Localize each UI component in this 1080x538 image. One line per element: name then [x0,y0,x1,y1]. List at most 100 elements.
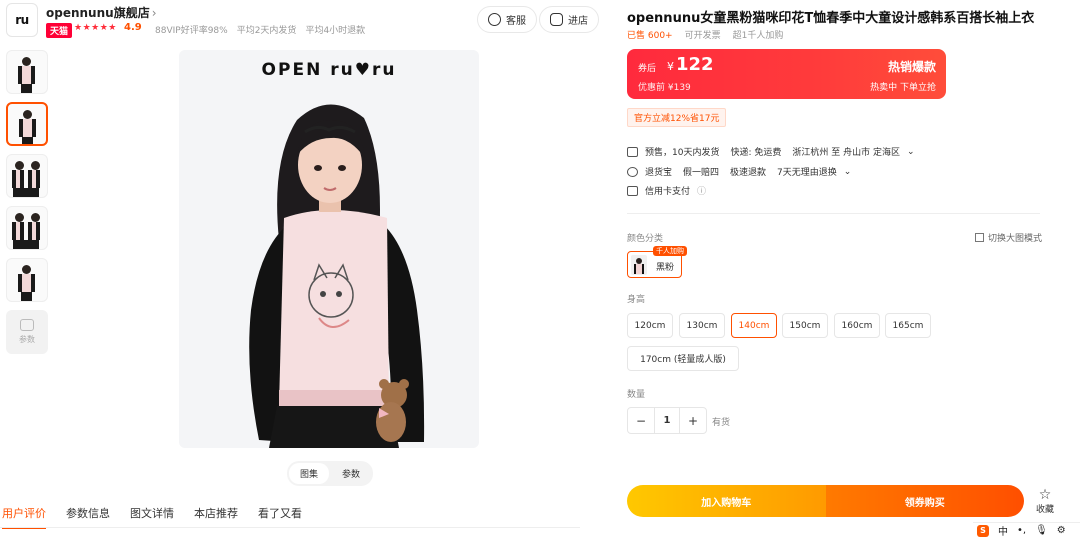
credit-card-icon [627,185,638,196]
switch-mode-label: 切换大图模式 [988,234,1043,244]
size-option-150[interactable]: 150cm [782,313,828,338]
height-label: 身高 [627,295,646,305]
decrease-button[interactable]: − [628,408,654,433]
star-rating-icon: ★★★★★ [74,23,117,33]
thumbnail-4[interactable] [6,206,48,250]
thumbnail-figure [15,213,24,222]
color-option-name: 黑粉 [656,263,675,273]
store-logo[interactable]: ru [6,3,38,37]
price-value: ¥122 [667,54,714,75]
return-insurance: 退货宝 [645,168,673,178]
add-to-cart-button[interactable]: 加入购物车 [627,485,826,517]
quantity-label: 数量 [627,390,646,400]
color-option-black-pink[interactable]: 千人加购 黑粉 [627,246,687,278]
store-name[interactable]: opennunu旗舰店 › [46,4,157,21]
thumbnail-5[interactable] [6,258,48,302]
quantity-input[interactable]: 1 [654,408,680,433]
tab-store-recommend[interactable]: 本店推荐 [194,505,238,529]
size-option-130[interactable]: 130cm [679,313,725,338]
size-option-165[interactable]: 165cm [885,313,931,338]
params-icon [20,319,34,331]
size-option-170[interactable]: 170cm (轻量成人版) [627,346,739,371]
star-icon: ☆ [1038,487,1052,503]
store-stat-refund-time: 平均4小时退款 [305,26,366,36]
store-icon [550,13,563,26]
store-stat-ship-time: 平均2天内发货 [236,26,297,36]
stock-status: 有货 [712,418,731,428]
tab-image-details[interactable]: 图文详情 [130,505,174,529]
thumbnail-params[interactable]: 参数 [6,310,48,354]
microphone-icon[interactable]: 🎙 [1035,525,1048,536]
product-title: opennunu女童黑粉猫咪印花T恤春季中大童设计感韩系百搭长袖上衣 [627,11,1035,26]
delivery-fee: 快递: 免运费 [730,148,782,158]
thumbnail-3[interactable] [6,154,48,198]
no-reason-return: 7天无理由退换 [777,168,837,178]
fake-compensate: 假一赔四 [683,168,720,178]
size-option-140-selected[interactable]: 140cm [731,313,777,338]
thumbnail-figure [15,161,24,170]
invoice-info: 可开发票 [684,31,721,41]
payment-row: 信用卡支付 ⓘ [627,184,706,197]
hot-sale-label: 热销爆款 [887,60,936,74]
shipping-row[interactable]: 预售，10天内发货 快递: 免运费 浙江杭州 至 舟山市 定海区 ⌄ [627,145,915,158]
chevron-down-icon: ⌄ [843,166,852,177]
color-label: 颜色分类 [627,234,664,244]
tab-viewed-also[interactable]: 看了又看 [258,505,302,529]
service-row[interactable]: 退货宝 假一赔四 极速退款 7天无理由退换 ⌄ [627,165,851,178]
truck-icon [627,146,638,157]
color-swatch [631,255,647,275]
currency-symbol: ¥ [667,60,674,73]
store-name-text[interactable]: opennunu旗舰店 [46,6,150,20]
customer-service-label: 客服 [506,16,526,27]
ime-logo-icon[interactable]: S [977,524,989,537]
increase-button[interactable]: + [680,408,706,433]
sold-count: 已售 600+ [627,31,673,41]
enter-store-button[interactable]: 进店 [539,6,599,33]
system-tray: S 中 •, 🎙 ⚙ [973,522,1080,538]
store-stat-good-rate: 88VIP好评率98% [155,26,228,36]
thumbnail-2-selected[interactable] [6,102,48,146]
chevron-right-icon: › [151,6,157,20]
product-model-photo [249,104,425,448]
favorite-button[interactable]: ☆ 收藏 [1034,488,1056,515]
quantity-stepper: − 1 + [627,407,707,434]
fast-refund: 极速退款 [730,168,767,178]
customer-service-button[interactable]: 客服 [477,6,537,33]
chat-icon [488,13,501,26]
thumbnail-figure [23,110,32,119]
gear-icon[interactable]: ⚙ [1057,525,1066,536]
coupon-badge[interactable]: 官方立减12%省17元 [627,108,727,127]
store-rating: 4.9 [124,22,142,33]
detail-tabs: 用户评价 参数信息 图文详情 本店推荐 看了又看 [2,505,302,529]
chevron-down-icon: ⌄ [906,146,915,157]
gallery-view-tabs: 图集 参数 [287,461,374,486]
main-product-image[interactable]: OPEN ru♥ru [179,50,479,448]
switch-large-image-mode[interactable]: 切换大图模式 [975,231,1042,244]
product-meta: 已售 600+ 可开发票 超1千人加购 [627,28,783,41]
enter-store-label: 进店 [568,16,588,27]
tab-params[interactable]: 参数 [331,463,371,484]
shipping-route: 浙江杭州 至 舟山市 定海区 [792,148,900,158]
price-banner: 券后 ¥122 优惠前 ¥139 热销爆款 热卖中 下单立抢 [627,49,946,99]
cart-count-info: 超1千人加购 [732,31,784,41]
presale-info: 预售，10天内发货 [645,148,720,158]
tab-param-info[interactable]: 参数信息 [66,505,110,529]
favorite-label: 收藏 [1035,505,1054,515]
size-option-120[interactable]: 120cm [627,313,673,338]
size-option-160[interactable]: 160cm [834,313,880,338]
thumbnail-figure [22,57,31,66]
tab-gallery[interactable]: 图集 [289,463,330,484]
thumbnail-1[interactable] [6,50,48,94]
section-divider [627,213,1040,214]
coupon-price-tag: 券后 [638,64,657,74]
ime-language[interactable]: 中 [998,523,1008,538]
tab-user-reviews[interactable]: 用户评价 [2,505,46,529]
platform-badge: 天猫 [46,23,73,38]
grid-icon [975,233,984,242]
credit-card-payment: 信用卡支付 [645,187,691,197]
info-icon[interactable]: ⓘ [697,184,706,197]
punctuation-icon[interactable]: •, [1017,525,1026,536]
purchase-bar: 加入购物车 领券购买 [627,485,1024,517]
buy-now-button[interactable]: 领券购买 [825,485,1024,517]
thumbnail-figure [22,265,31,274]
